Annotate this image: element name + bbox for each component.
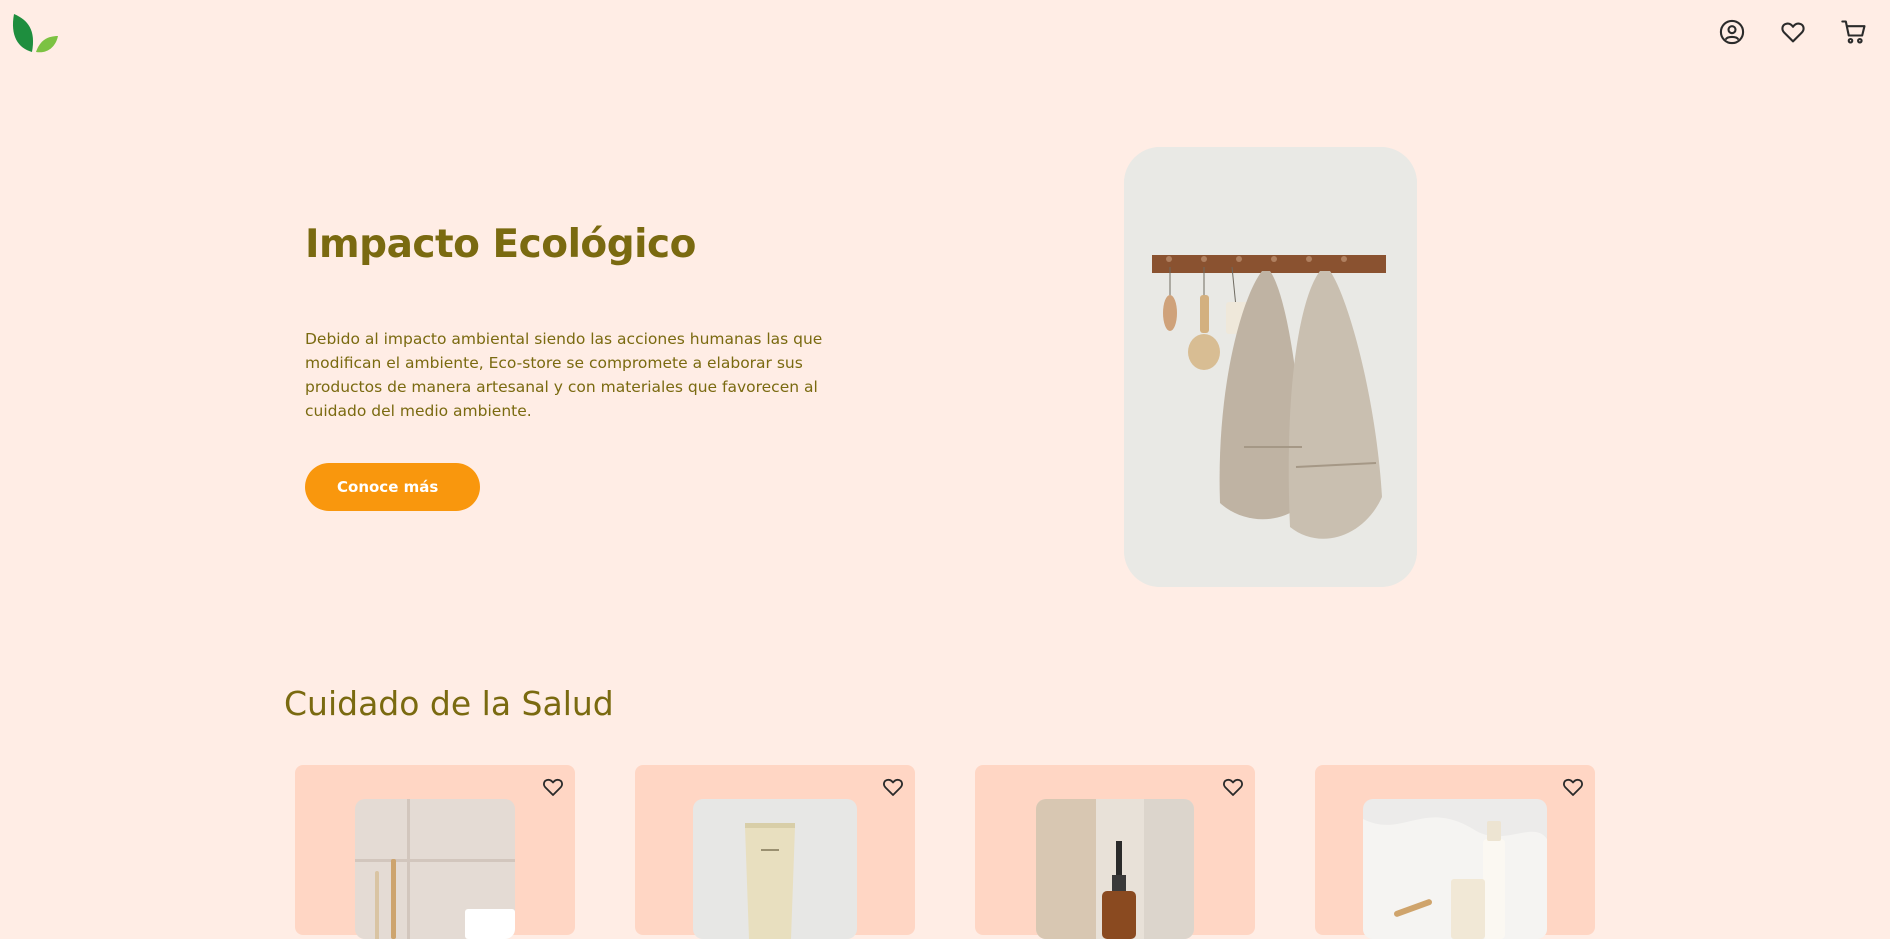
product-card[interactable]	[635, 765, 915, 939]
hero-description: Debido al impacto ambiental siendo las a…	[305, 330, 823, 420]
favorite-heart-icon[interactable]	[1561, 775, 1585, 799]
product-card[interactable]	[1315, 765, 1595, 939]
learn-more-button[interactable]: Conoce más	[305, 463, 480, 511]
favorite-heart-icon[interactable]	[541, 775, 565, 799]
bamboo-toothbrush-photo	[355, 799, 515, 939]
favorite-heart-icon[interactable]	[1221, 775, 1245, 799]
site-header	[0, 0, 1890, 70]
leaf-logo-icon[interactable]	[10, 10, 60, 54]
section-title: Cuidado de la Salud	[284, 684, 614, 723]
product-card[interactable]	[975, 765, 1255, 939]
product-card[interactable]	[295, 765, 575, 939]
heart-icon[interactable]	[1779, 18, 1807, 46]
skincare-set-photo	[1363, 799, 1547, 939]
amber-dropper-bottle-photo	[1036, 799, 1194, 939]
hero-title: Impacto Ecológico	[305, 222, 696, 267]
favorite-heart-icon[interactable]	[881, 775, 905, 799]
cream-tube-photo	[693, 799, 857, 939]
user-account-icon[interactable]	[1718, 18, 1746, 46]
shopping-cart-icon[interactable]	[1840, 18, 1868, 46]
towels-on-hooks-photo	[1124, 147, 1417, 587]
